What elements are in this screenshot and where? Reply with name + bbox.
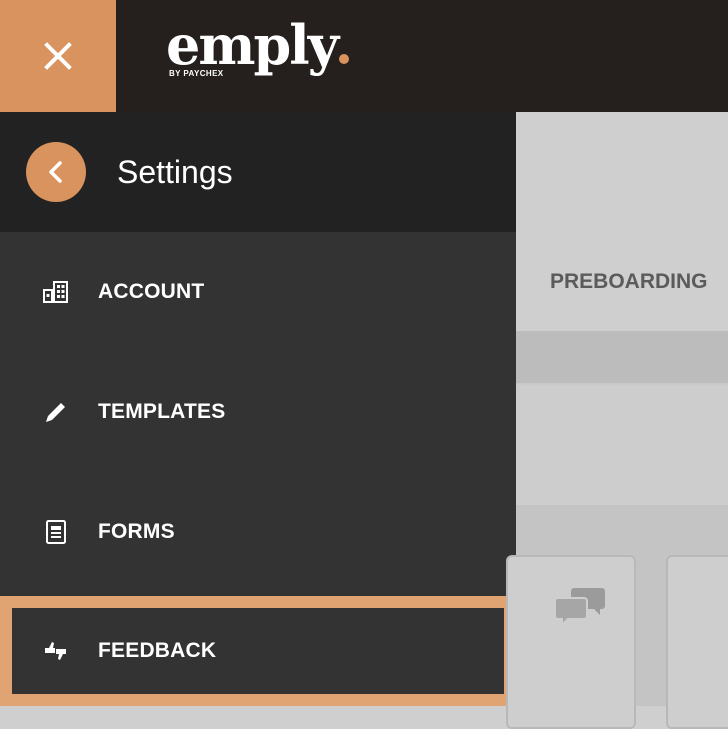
form-icon — [42, 518, 70, 546]
logo-byline: BY PAYCHEX — [169, 69, 224, 78]
chevron-left-icon — [49, 161, 62, 183]
sidebar-item-forms[interactable]: FORMS — [0, 472, 516, 592]
back-button[interactable] — [26, 142, 86, 202]
chat-bubbles-icon — [554, 586, 606, 633]
sidebar-item-feedback[interactable]: FEEDBACK — [0, 596, 516, 706]
active-item-panel — [12, 608, 504, 694]
tab-preboarding: PREBOARDING — [550, 270, 708, 293]
sidebar-item-label: TEMPLATES — [98, 400, 226, 423]
close-menu-button[interactable] — [0, 0, 116, 112]
building-icon — [42, 278, 70, 306]
sidebar-item-account[interactable]: ACCOUNT — [0, 232, 516, 352]
close-icon — [44, 42, 72, 70]
background-content: PREBOARDING — [506, 112, 728, 729]
sidebar-item-label: FEEDBACK — [98, 639, 217, 662]
background-card — [506, 555, 636, 729]
settings-sidebar: Settings ACCOUNT TEMPLATES FORMS FEEDBAC… — [0, 112, 516, 706]
sidebar-item-label: FORMS — [98, 520, 175, 543]
thumbs-icon — [42, 637, 70, 665]
logo-dot — [339, 54, 350, 64]
background-strip — [516, 333, 728, 383]
sidebar-item-label: ACCOUNT — [98, 280, 205, 303]
background-tab-bar: PREBOARDING — [516, 112, 728, 332]
top-bar: emply BY PAYCHEX — [0, 0, 728, 112]
emply-logo[interactable]: emply BY PAYCHEX — [166, 13, 350, 78]
background-band — [516, 385, 728, 505]
sidebar-header: Settings — [0, 112, 516, 232]
pencil-icon — [42, 398, 70, 426]
logo-wordmark: emply — [166, 13, 339, 77]
background-card — [666, 555, 728, 729]
sidebar-title: Settings — [117, 154, 233, 190]
sidebar-item-templates[interactable]: TEMPLATES — [0, 352, 516, 472]
